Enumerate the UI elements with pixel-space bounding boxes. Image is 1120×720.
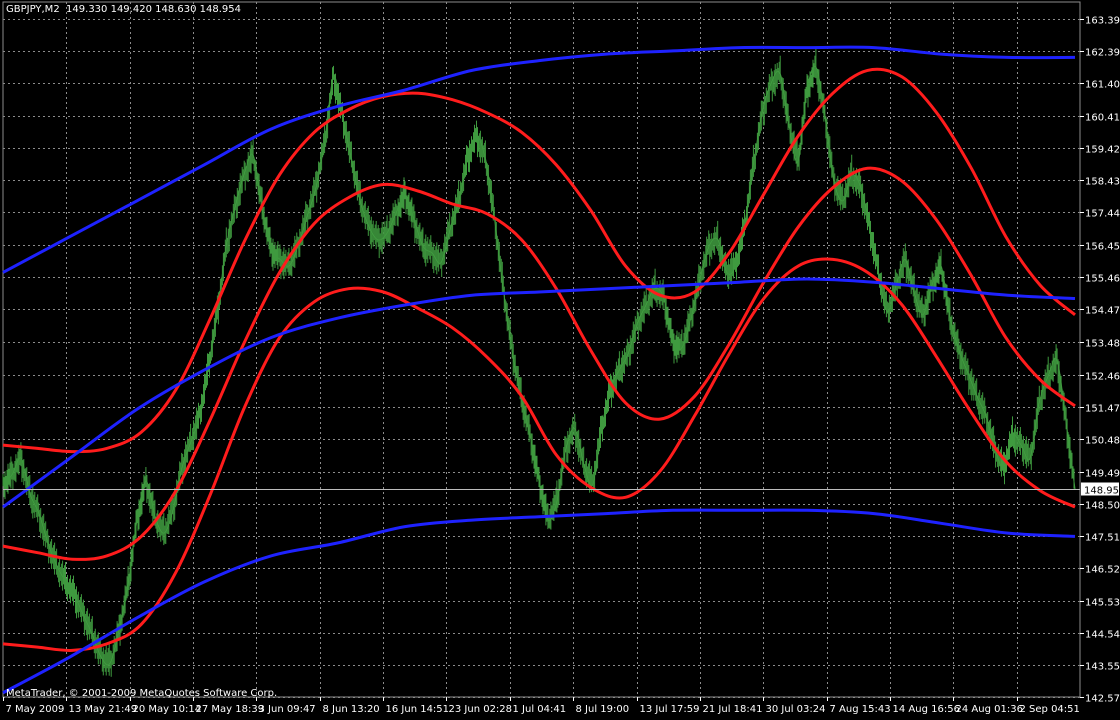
copyright-label: MetaTrader, © 2001-2009 MetaQuotes Softw… (6, 688, 278, 699)
y-tick-label: 160.410 (1085, 113, 1120, 124)
y-tick-label: 158.430 (1085, 177, 1120, 188)
y-tick-label: 149.490 (1085, 469, 1120, 480)
y-tick-label: 162.390 (1085, 48, 1120, 59)
x-tick-label: 7 May 2009 (6, 704, 65, 715)
x-tick-label: 16 Jun 14:51 (386, 704, 450, 715)
x-tick-label: 2 Sep 04:51 (1020, 704, 1080, 715)
y-tick-label: 155.460 (1085, 274, 1120, 285)
chart-header: GBPJPY,M2 149.330 149.420 148.630 148.95… (6, 4, 241, 15)
x-tick-label: 8 Jul 19:00 (576, 704, 630, 715)
x-tick-label: 27 May 18:39 (196, 704, 265, 715)
y-tick-label: 159.420 (1085, 145, 1120, 156)
y-tick-label: 146.520 (1085, 565, 1120, 576)
x-tick-label: 7 Aug 15:43 (830, 704, 891, 715)
y-tick-label: 143.550 (1085, 662, 1120, 673)
y-tick-label: 151.470 (1085, 404, 1120, 415)
x-tick-label: 20 May 10:14 (133, 704, 202, 715)
y-tick-label: 148.500 (1085, 501, 1120, 512)
x-tick-label: 23 Jun 02:28 (449, 704, 513, 715)
y-tick-label: 147.510 (1085, 533, 1120, 544)
x-tick-label: 8 Jun 13:20 (323, 704, 380, 715)
y-tick-label: 157.440 (1085, 209, 1120, 220)
y-tick-label: 150.480 (1085, 436, 1120, 447)
x-tick-label: 30 Jul 03:24 (766, 704, 826, 715)
current-price-label: 148.954 (1084, 486, 1120, 497)
x-tick-label: 21 Jul 18:41 (703, 704, 763, 715)
y-tick-label: 145.530 (1085, 598, 1120, 609)
x-tick-label: 3 Jun 09:47 (259, 704, 316, 715)
y-tick-label: 163.390 (1085, 16, 1120, 27)
y-tick-label: 142.570 (1085, 694, 1120, 705)
ohlc-label: 149.330 149.420 148.630 148.954 (66, 4, 241, 15)
y-tick-label: 156.450 (1085, 242, 1120, 253)
y-tick-label: 153.480 (1085, 339, 1120, 350)
x-tick-label: 1 Jul 04:41 (513, 704, 567, 715)
x-tick-label: 24 Aug 01:36 (956, 704, 1023, 715)
y-tick-label: 161.400 (1085, 80, 1120, 91)
x-tick-label: 14 Aug 16:56 (893, 704, 960, 715)
y-tick-label: 152.460 (1085, 372, 1120, 383)
y-tick-label: 144.540 (1085, 630, 1120, 641)
price-chart[interactable]: 163.390 162.390 161.400 160.410 159.420 158.4… (0, 0, 1120, 720)
x-tick-label: 13 May 21:49 (69, 704, 138, 715)
x-tick-label: 13 Jul 17:59 (640, 704, 700, 715)
y-tick-label: 154.470 (1085, 306, 1120, 317)
symbol-label: GBPJPY,M2 (6, 4, 60, 15)
